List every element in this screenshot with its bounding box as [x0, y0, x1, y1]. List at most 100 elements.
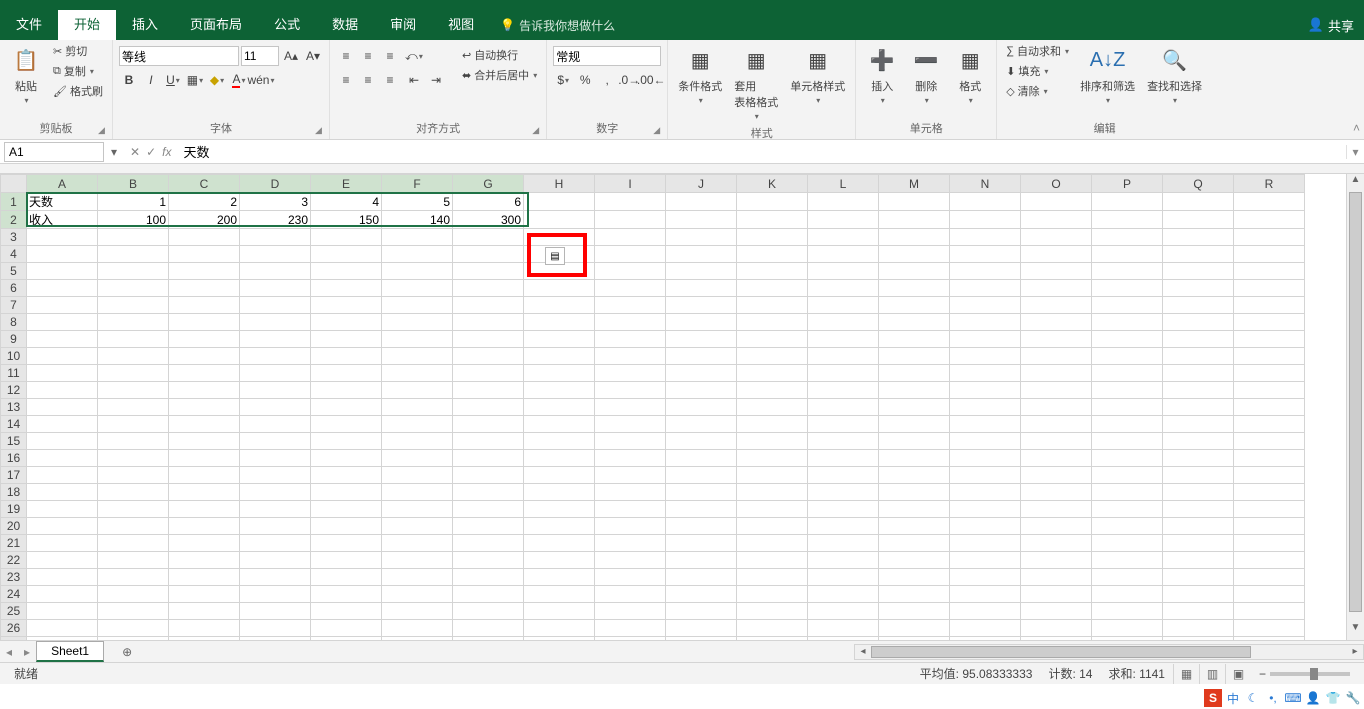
cell[interactable]: [666, 246, 737, 263]
row-header[interactable]: 22: [1, 552, 27, 569]
cell[interactable]: [879, 535, 950, 552]
orientation-button[interactable]: ⤺▾: [404, 46, 424, 66]
cell[interactable]: [311, 552, 382, 569]
cell[interactable]: [595, 586, 666, 603]
cell[interactable]: [950, 569, 1021, 586]
cell[interactable]: [808, 331, 879, 348]
cell[interactable]: [1234, 603, 1305, 620]
cell[interactable]: [737, 552, 808, 569]
increase-font-button[interactable]: A▴: [281, 46, 301, 66]
cell[interactable]: 230: [240, 211, 311, 229]
cell[interactable]: [240, 297, 311, 314]
cell[interactable]: [879, 552, 950, 569]
cell[interactable]: [27, 467, 98, 484]
cell[interactable]: [1234, 365, 1305, 382]
column-header[interactable]: J: [666, 175, 737, 193]
find-select-button[interactable]: 🔍查找和选择▾: [1143, 42, 1206, 107]
cell[interactable]: [524, 314, 595, 331]
cell[interactable]: [1163, 263, 1234, 280]
cell[interactable]: [808, 416, 879, 433]
cell[interactable]: [666, 620, 737, 637]
column-header[interactable]: O: [1021, 175, 1092, 193]
cell[interactable]: [524, 467, 595, 484]
cell[interactable]: [1021, 246, 1092, 263]
cell[interactable]: [595, 211, 666, 229]
cell[interactable]: [1021, 501, 1092, 518]
cell[interactable]: [169, 348, 240, 365]
cell[interactable]: [950, 382, 1021, 399]
cell[interactable]: [1163, 348, 1234, 365]
cell[interactable]: [524, 603, 595, 620]
cell[interactable]: [27, 382, 98, 399]
cell[interactable]: [311, 382, 382, 399]
collapse-ribbon-button[interactable]: ˄: [1349, 117, 1364, 139]
cell[interactable]: [879, 467, 950, 484]
font-color-button[interactable]: A▾: [229, 70, 249, 90]
cell[interactable]: [1163, 603, 1234, 620]
cell[interactable]: 2: [169, 193, 240, 211]
cell[interactable]: [524, 637, 595, 641]
cell[interactable]: [311, 450, 382, 467]
fx-button[interactable]: fx: [162, 145, 171, 159]
cell[interactable]: [453, 263, 524, 280]
cell[interactable]: [1163, 586, 1234, 603]
cell[interactable]: [1021, 314, 1092, 331]
cell[interactable]: [1234, 263, 1305, 280]
cell[interactable]: [382, 331, 453, 348]
cell[interactable]: [950, 348, 1021, 365]
cell[interactable]: [1021, 297, 1092, 314]
cell[interactable]: [382, 620, 453, 637]
cell[interactable]: [382, 450, 453, 467]
scroll-right-button[interactable]: ▸: [1347, 646, 1363, 657]
cell[interactable]: [879, 229, 950, 246]
cell[interactable]: [311, 399, 382, 416]
cell[interactable]: [1234, 467, 1305, 484]
cell[interactable]: [595, 484, 666, 501]
cell[interactable]: [27, 518, 98, 535]
cell[interactable]: [98, 552, 169, 569]
cell[interactable]: [27, 620, 98, 637]
cell[interactable]: [879, 331, 950, 348]
cell[interactable]: [666, 297, 737, 314]
cell[interactable]: [311, 586, 382, 603]
cell[interactable]: [1021, 365, 1092, 382]
cell[interactable]: [524, 399, 595, 416]
cell[interactable]: [311, 246, 382, 263]
format-painter-button[interactable]: 🖌格式刷: [50, 82, 106, 100]
cell[interactable]: [1163, 280, 1234, 297]
cell[interactable]: [666, 193, 737, 211]
cell[interactable]: [1021, 467, 1092, 484]
cell[interactable]: [240, 433, 311, 450]
cell[interactable]: [808, 246, 879, 263]
cell[interactable]: [808, 348, 879, 365]
cell[interactable]: [950, 535, 1021, 552]
spreadsheet-grid[interactable]: ABCDEFGHIJKLMNOPQR1天数1234562收入1002002301…: [0, 174, 1305, 640]
cell[interactable]: [382, 314, 453, 331]
cell[interactable]: [453, 569, 524, 586]
cell[interactable]: [524, 569, 595, 586]
cell[interactable]: [453, 348, 524, 365]
cell[interactable]: [1092, 280, 1163, 297]
cell[interactable]: [879, 211, 950, 229]
cell[interactable]: [240, 501, 311, 518]
cell[interactable]: [1234, 229, 1305, 246]
cell[interactable]: [737, 399, 808, 416]
cell[interactable]: [311, 331, 382, 348]
cell[interactable]: [1021, 382, 1092, 399]
align-bottom-button[interactable]: ≡: [380, 46, 400, 66]
cell[interactable]: [737, 263, 808, 280]
ime-chinese-icon[interactable]: 中: [1224, 689, 1242, 707]
cell[interactable]: [808, 399, 879, 416]
cell[interactable]: [666, 501, 737, 518]
cell[interactable]: [453, 297, 524, 314]
cell[interactable]: [1234, 535, 1305, 552]
cell[interactable]: [1092, 382, 1163, 399]
cell[interactable]: [1163, 399, 1234, 416]
cell[interactable]: [1234, 382, 1305, 399]
page-break-view-button[interactable]: ▣: [1225, 664, 1251, 684]
cell[interactable]: [98, 246, 169, 263]
column-header[interactable]: C: [169, 175, 240, 193]
new-sheet-button[interactable]: ⊕: [116, 643, 138, 661]
cell[interactable]: [27, 331, 98, 348]
cell[interactable]: [524, 365, 595, 382]
